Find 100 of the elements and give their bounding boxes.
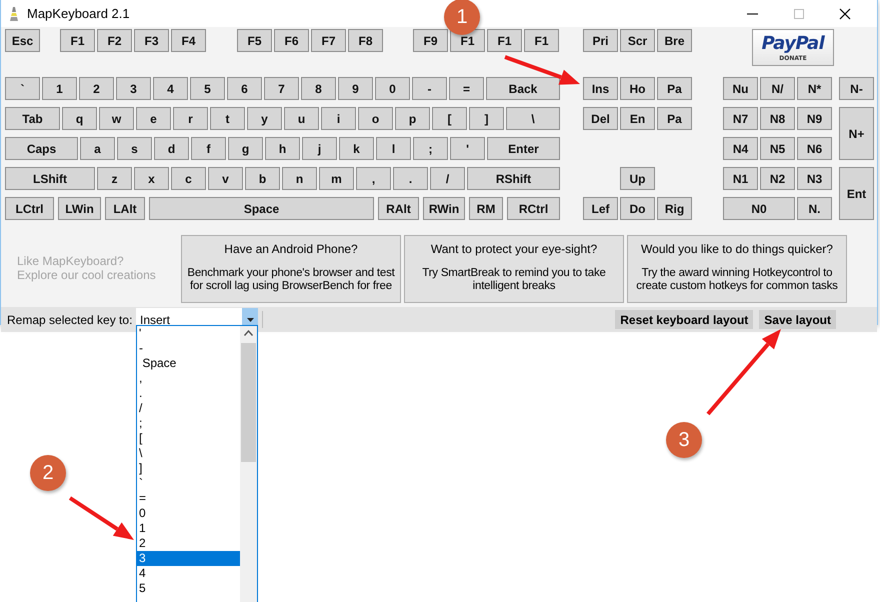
list-item[interactable]: 0 [137, 506, 240, 521]
list-item[interactable]: 4 [137, 566, 240, 581]
keyboard-key[interactable]: N9 [797, 107, 832, 130]
keyboard-key[interactable]: 0 [375, 77, 410, 100]
keyboard-key[interactable]: LCtrl [5, 197, 54, 220]
list-item[interactable]: ` [137, 476, 240, 491]
keyboard-key[interactable]: , [356, 167, 391, 190]
list-item[interactable]: / [137, 401, 240, 416]
keyboard-key[interactable]: ; [413, 137, 448, 160]
keyboard-key[interactable]: En [620, 107, 655, 130]
keyboard-key[interactable]: 1 [42, 77, 77, 100]
keyboard-key[interactable]: d [154, 137, 189, 160]
keyboard-key[interactable]: 8 [301, 77, 336, 100]
list-item[interactable]: ] [137, 461, 240, 476]
keyboard-key[interactable]: z [97, 167, 132, 190]
keyboard-key[interactable]: y [247, 107, 282, 130]
keyboard-key[interactable]: Del [583, 107, 618, 130]
keyboard-key[interactable]: . [393, 167, 428, 190]
keyboard-key[interactable]: F7 [311, 29, 346, 52]
keyboard-key[interactable]: Pri [583, 29, 618, 52]
keyboard-key[interactable]: t [210, 107, 245, 130]
keyboard-key[interactable]: RWin [423, 197, 465, 220]
list-item[interactable]: 5 [137, 581, 240, 596]
keyboard-key[interactable]: n [282, 167, 317, 190]
keyboard-key[interactable]: F8 [348, 29, 383, 52]
promo-panel[interactable]: Would you like to do things quicker? Try the award winning Hotkeycontrol to create custom hotkeys for common tasks [627, 235, 847, 303]
keyboard-key[interactable]: N2 [760, 167, 795, 190]
keyboard-key[interactable]: N* [797, 77, 832, 100]
keyboard-key[interactable]: N0 [723, 197, 795, 220]
keyboard-key[interactable]: RM [469, 197, 503, 220]
keyboard-key[interactable]: ` [5, 77, 40, 100]
keyboard-key[interactable]: r [173, 107, 208, 130]
keyboard-key[interactable]: f [191, 137, 226, 160]
keyboard-key[interactable]: Caps [5, 137, 78, 160]
keyboard-key[interactable]: s [117, 137, 152, 160]
keyboard-key[interactable]: e [136, 107, 171, 130]
keyboard-key[interactable]: N3 [797, 167, 832, 190]
keyboard-key[interactable]: N5 [760, 137, 795, 160]
list-item[interactable]: 2 [137, 536, 240, 551]
keyboard-key[interactable]: 4 [153, 77, 188, 100]
keyboard-key[interactable]: Esc [5, 29, 40, 52]
keyboard-key[interactable]: Rig [657, 197, 692, 220]
keyboard-key[interactable]: j [302, 137, 337, 160]
list-item[interactable]: , [137, 371, 240, 386]
keyboard-key[interactable]: N+ [839, 107, 874, 160]
save-button[interactable]: Save layout [759, 310, 836, 329]
keyboard-key[interactable]: k [339, 137, 374, 160]
keyboard-key[interactable]: F4 [171, 29, 206, 52]
keyboard-key[interactable]: a [80, 137, 115, 160]
keyboard-key[interactable]: LShift [5, 167, 95, 190]
keyboard-key[interactable]: N8 [760, 107, 795, 130]
list-item[interactable]: = [137, 491, 240, 506]
list-item[interactable]: [ [137, 431, 240, 446]
keyboard-key[interactable]: Scr [620, 29, 655, 52]
keyboard-key[interactable]: m [319, 167, 354, 190]
keyboard-key[interactable]: F9 [413, 29, 448, 52]
scrollbar-thumb[interactable] [241, 343, 256, 462]
keyboard-key[interactable]: g [228, 137, 263, 160]
keyboard-key[interactable]: l [376, 137, 411, 160]
keyboard-key[interactable]: q [62, 107, 97, 130]
keyboard-key[interactable]: Tab [5, 107, 60, 130]
scrollbar[interactable] [240, 326, 257, 602]
reset-button[interactable]: Reset keyboard layout [615, 310, 754, 329]
keyboard-key[interactable]: F3 [134, 29, 169, 52]
keyboard-key[interactable]: 7 [264, 77, 299, 100]
promo-panel[interactable]: Want to protect your eye-sight? Try SmartBreak to remind you to take intelligent breaks [404, 235, 624, 303]
keyboard-key[interactable]: Bre [657, 29, 692, 52]
keyboard-key[interactable]: N. [797, 197, 832, 220]
keyboard-key[interactable]: N7 [723, 107, 758, 130]
keyboard-key[interactable]: N4 [723, 137, 758, 160]
keyboard-key[interactable]: w [99, 107, 134, 130]
keyboard-key[interactable]: \ [506, 107, 560, 130]
keyboard-key[interactable]: Pa [657, 107, 692, 130]
keyboard-key[interactable]: N6 [797, 137, 832, 160]
keyboard-key[interactable]: u [284, 107, 319, 130]
list-item[interactable]: 3 [137, 551, 240, 566]
keyboard-key[interactable]: 6 [227, 77, 262, 100]
keyboard-key[interactable]: 5 [190, 77, 225, 100]
keyboard-key[interactable]: Ho [620, 77, 655, 100]
keyboard-key[interactable]: N/ [760, 77, 795, 100]
keyboard-key[interactable]: F1 [487, 29, 522, 52]
keyboard-key[interactable]: F5 [237, 29, 272, 52]
keyboard-key[interactable]: Ins [583, 77, 618, 100]
keyboard-key[interactable]: - [412, 77, 447, 100]
list-item[interactable]: - [137, 341, 240, 356]
keyboard-key[interactable]: x [134, 167, 169, 190]
keyboard-key[interactable]: ' [450, 137, 485, 160]
keyboard-key[interactable]: F6 [274, 29, 309, 52]
keyboard-key[interactable]: RShift [467, 167, 560, 190]
promo-panel[interactable]: Have an Android Phone? Benchmark your phone's browser and test for scroll lag using BrowserBench for free [181, 235, 401, 303]
keyboard-key[interactable]: Up [620, 167, 655, 190]
keyboard-key[interactable]: 9 [338, 77, 373, 100]
list-item[interactable]: 1 [137, 521, 240, 536]
keyboard-key[interactable]: 3 [116, 77, 151, 100]
keyboard-key[interactable]: Ent [839, 167, 874, 220]
keyboard-key[interactable]: F1 [524, 29, 559, 52]
keyboard-key[interactable]: / [430, 167, 465, 190]
list-item[interactable]: . [137, 386, 240, 401]
keyboard-key[interactable]: Pa [657, 77, 692, 100]
list-item[interactable]: ; [137, 416, 240, 431]
